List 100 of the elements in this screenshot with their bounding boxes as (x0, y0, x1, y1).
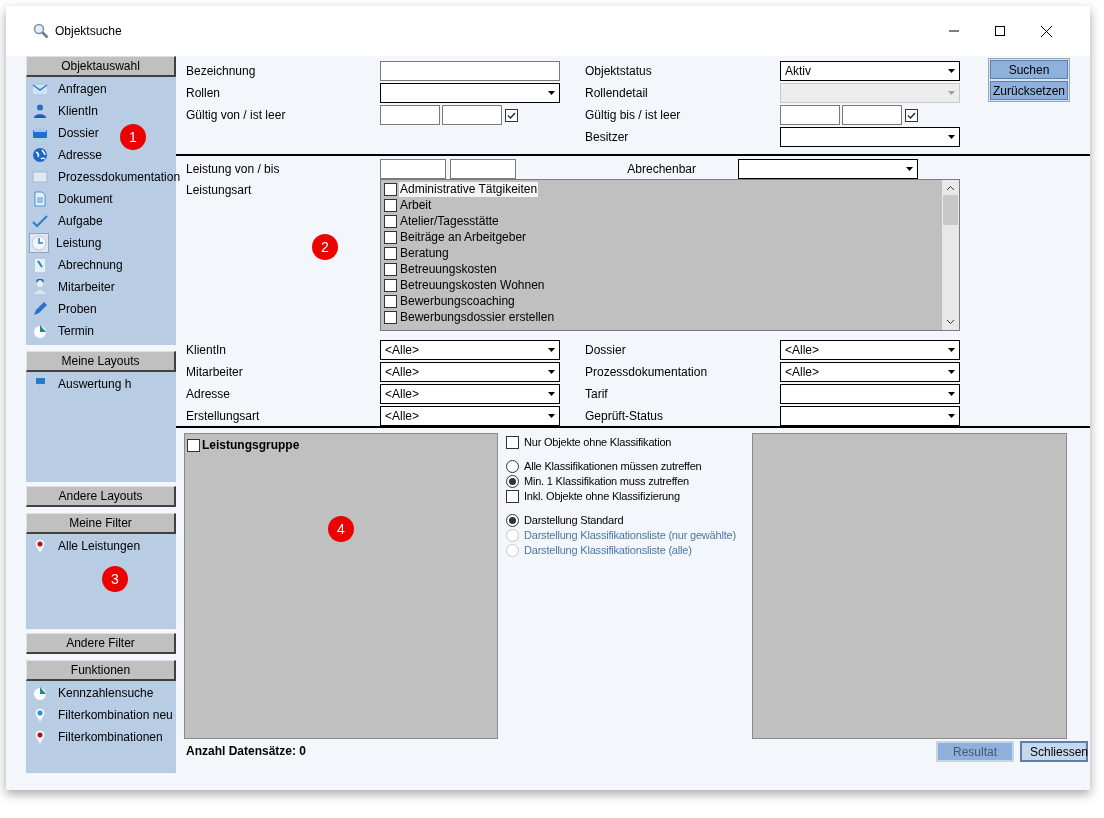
dropdown-arrow-icon (548, 414, 555, 418)
option-label: Inkl. Objekte ohne Klassifizierung (524, 489, 680, 505)
sidebar-item[interactable]: Prozessdokumentation (32, 166, 181, 188)
sidebar-item[interactable]: Mitarbeiter (32, 276, 115, 298)
list-item[interactable]: Betreuungskosten (399, 261, 498, 277)
option-label: Nur Objekte ohne Klassifikation (524, 435, 672, 451)
search-icon (33, 23, 49, 39)
list-item[interactable]: Atelier/Tagesstätte (399, 213, 500, 229)
dropdown-arrow-icon (948, 69, 955, 73)
checkbox[interactable] (384, 230, 397, 244)
input-field[interactable] (442, 105, 502, 125)
sidebar-item[interactable]: Anfragen (32, 78, 107, 100)
list-item[interactable]: Administrative Tätgikeiten (399, 181, 539, 197)
sidebar-item[interactable]: KlientIn (32, 100, 99, 122)
list-item[interactable]: Beratung (399, 245, 450, 261)
dropdown-field[interactable]: Aktiv (780, 61, 960, 81)
scroll-down-icon (946, 319, 955, 325)
checkbox[interactable] (384, 262, 397, 276)
dropdown-field[interactable] (380, 83, 560, 103)
empty-checkbox[interactable] (505, 108, 518, 122)
sidebar-item[interactable]: Termin (32, 320, 94, 342)
sidebar-item[interactable]: Adresse (32, 144, 103, 166)
checkbox[interactable] (384, 246, 397, 260)
sidebar-item[interactable]: Dossier (32, 122, 99, 144)
sidebar-item[interactable]: Filterkombinationen (32, 726, 163, 748)
sidebar-item[interactable]: Abrechnung (32, 254, 123, 276)
pie-chart-icon (32, 685, 48, 701)
field-label: Besitzer (585, 129, 630, 146)
tree-item[interactable]: Leistungsgruppe (202, 436, 300, 454)
field-label: Objektstatus (585, 63, 653, 80)
dropdown-arrow-icon (948, 370, 955, 374)
dropdown-field[interactable]: <Alle> (780, 340, 960, 360)
checkbox[interactable] (384, 182, 397, 196)
sidebar-item[interactable]: Proben (32, 298, 97, 320)
option-label: Darstellung Klassifikationsliste (nur gewählte) (524, 528, 736, 544)
list-item[interactable]: Bewerbungsdossier erstellen (399, 309, 556, 325)
checkbox[interactable] (384, 198, 397, 212)
footer-button[interactable]: Schliessen (1020, 740, 1088, 762)
empty-checkbox[interactable] (905, 108, 918, 122)
list-item[interactable]: Arbeit (399, 197, 433, 213)
radio-button[interactable] (506, 514, 519, 527)
scrollbar-thumb[interactable] (943, 195, 958, 225)
field-label: Adresse (186, 386, 232, 403)
field-label: Tarif (585, 386, 609, 403)
maximize-icon[interactable] (995, 26, 1005, 36)
section-header[interactable]: Objektauswahl (26, 56, 176, 77)
field-label: Gültig bis / ist leer (585, 107, 682, 124)
option-label: Darstellung Klassifikationsliste (alle) (524, 543, 692, 559)
input-field[interactable] (380, 61, 560, 81)
dropdown-field[interactable] (780, 127, 960, 147)
checkbox[interactable] (384, 214, 397, 228)
dropdown-field[interactable]: <Alle> (380, 362, 560, 382)
action-button[interactable]: Suchen (990, 60, 1068, 79)
dropdown-arrow-icon (948, 414, 955, 418)
checkbox[interactable] (384, 310, 397, 324)
marker-badge: 2 (312, 234, 338, 260)
dropdown-field[interactable]: <Alle> (380, 384, 560, 404)
dropdown-arrow-icon (948, 91, 955, 95)
field-label: Erstellungsart (186, 408, 261, 425)
section-header[interactable]: Meine Filter (26, 513, 176, 534)
sidebar-item[interactable]: Alle Leistungen (32, 535, 141, 557)
sidebar-item[interactable]: Leistung (32, 232, 102, 254)
list-item[interactable]: Bewerbungscoaching (399, 293, 516, 309)
checkbox[interactable] (187, 438, 200, 452)
input-field[interactable] (380, 159, 446, 179)
record-count: Anzahl Datensätze: 0 (186, 743, 307, 760)
sidebar-item[interactable]: Kennzahlensuche (32, 682, 154, 704)
sidebar-item[interactable]: Filterkombination neu (32, 704, 173, 726)
checkbox[interactable] (506, 490, 519, 503)
dropdown-field[interactable] (738, 159, 918, 179)
scrollbar[interactable] (942, 180, 959, 330)
checkbox[interactable] (506, 436, 519, 449)
section-header[interactable]: Andere Filter (26, 633, 176, 654)
list-item[interactable]: Beiträge an Arbeitgeber (399, 229, 528, 245)
close-icon[interactable] (1041, 25, 1052, 37)
input-field[interactable] (380, 105, 440, 125)
list-item[interactable]: Betreuungskosten Wohnen (399, 277, 546, 293)
dropdown-field[interactable] (780, 406, 960, 426)
radio-button[interactable] (506, 475, 519, 488)
sidebar-item[interactable]: Dokument (32, 188, 113, 210)
input-field[interactable] (780, 105, 840, 125)
checkmark-icon (32, 213, 48, 229)
checkbox[interactable] (384, 294, 397, 308)
section-header[interactable]: Andere Layouts (26, 486, 176, 507)
flag-icon (32, 376, 48, 392)
sidebar-item[interactable]: Auswertung h (32, 373, 132, 395)
radio-button[interactable] (506, 460, 519, 473)
input-field[interactable] (450, 159, 516, 179)
dropdown-field[interactable]: <Alle> (380, 406, 560, 426)
action-button[interactable]: Zurücksetzen (990, 81, 1068, 100)
checkbox[interactable] (384, 278, 397, 292)
dropdown-arrow-icon (548, 91, 555, 95)
section-header[interactable]: Meine Layouts (26, 351, 176, 372)
input-field[interactable] (842, 105, 902, 125)
dropdown-field[interactable]: <Alle> (780, 362, 960, 382)
section-header[interactable]: Funktionen (26, 660, 176, 681)
pie-chart-icon (32, 323, 48, 339)
dropdown-field[interactable] (780, 384, 960, 404)
sidebar-item[interactable]: Aufgabe (32, 210, 103, 232)
dropdown-field[interactable]: <Alle> (380, 340, 560, 360)
